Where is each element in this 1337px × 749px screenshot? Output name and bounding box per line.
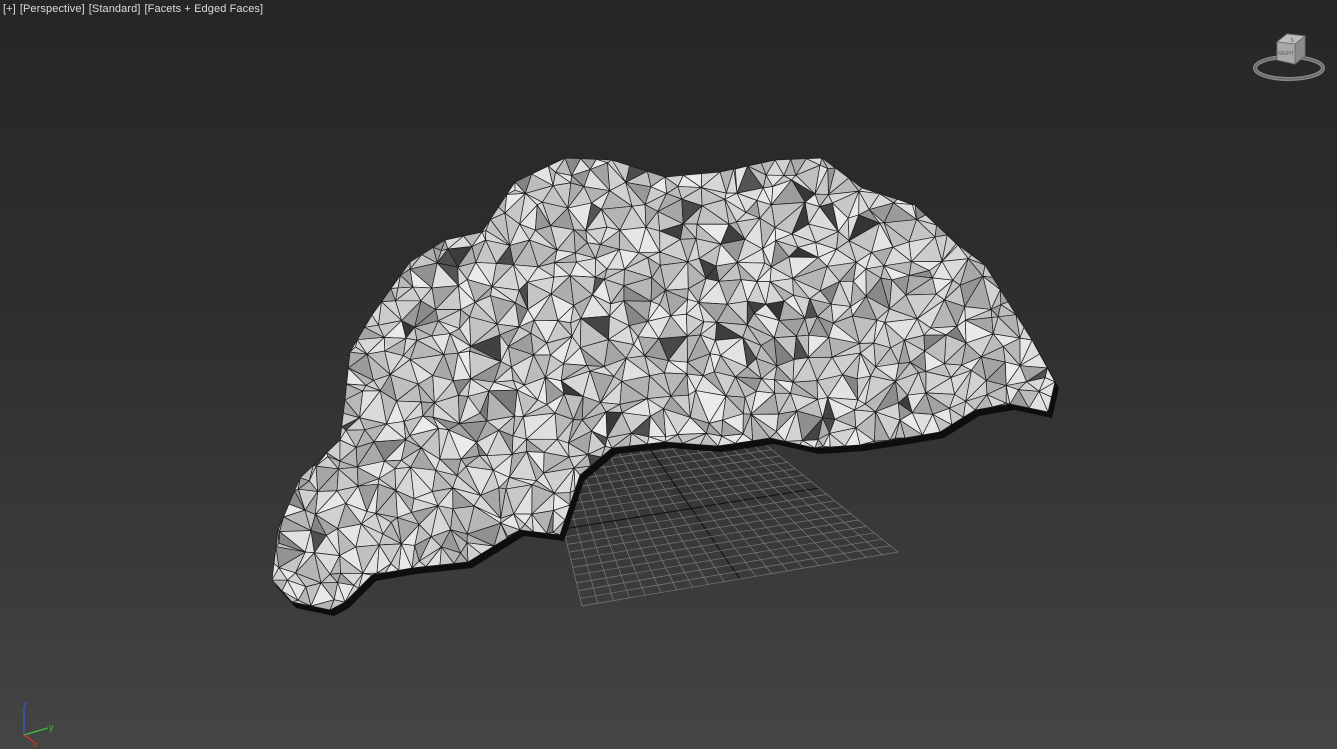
viewport-shading-preset-menu[interactable]: [Standard] bbox=[89, 3, 141, 15]
scene-canvas[interactable] bbox=[0, 0, 1337, 749]
rock-mesh[interactable] bbox=[271, 157, 1056, 611]
grid-line bbox=[580, 545, 891, 599]
viewport-label-menu: [+] [Perspective] [Standard] [Facets + E… bbox=[3, 3, 263, 15]
viewport-display-mode-menu[interactable]: [Facets + Edged Faces] bbox=[145, 3, 264, 15]
perspective-viewport[interactable]: [+] [Perspective] [Standard] [Facets + E… bbox=[0, 0, 1337, 749]
axis-tripod: z y x bbox=[23, 700, 54, 748]
viewport-general-menu[interactable]: [+] bbox=[3, 3, 16, 15]
grid-line bbox=[581, 551, 899, 607]
viewport-point-of-view-menu[interactable]: [Perspective] bbox=[20, 3, 85, 15]
z-axis-label: z bbox=[23, 700, 28, 709]
viewcube-face-label: RIGHT bbox=[1278, 51, 1294, 57]
grid-line bbox=[578, 538, 883, 591]
x-axis-label: x bbox=[33, 739, 38, 748]
viewcube[interactable]: S RIGHT bbox=[1253, 28, 1333, 92]
y-axis-label: y bbox=[49, 722, 54, 732]
y-axis-line bbox=[23, 727, 49, 736]
